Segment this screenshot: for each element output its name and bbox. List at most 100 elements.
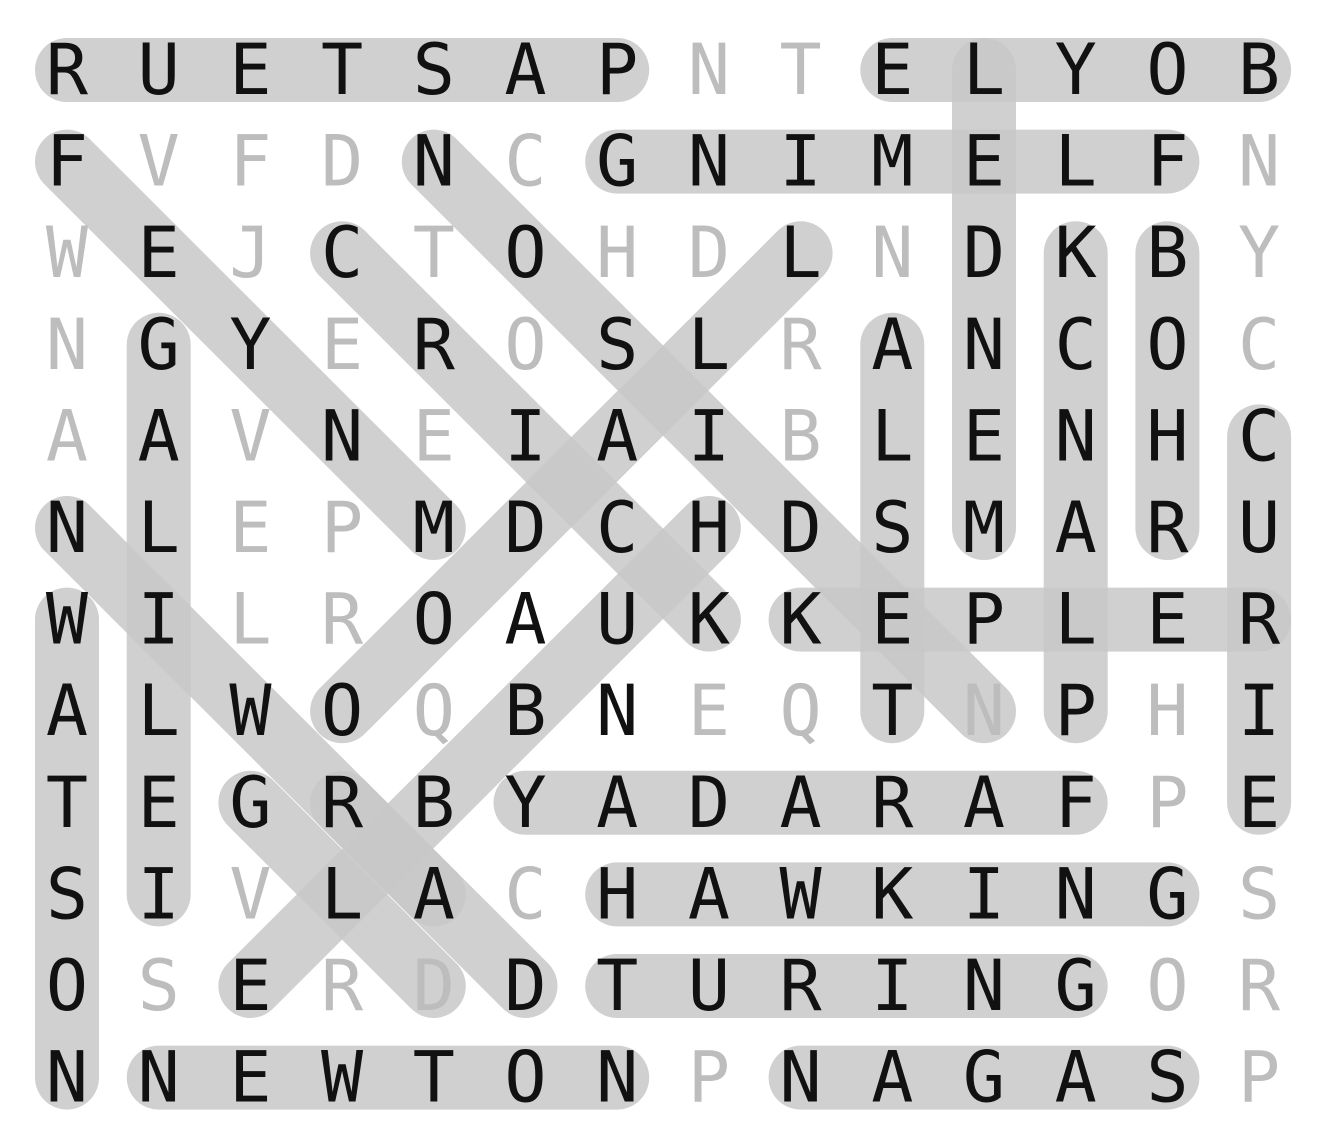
letter-cell[interactable]: U — [1238, 487, 1280, 569]
letter-cell[interactable]: A — [1055, 1037, 1097, 1119]
letter-cell[interactable]: N — [1055, 395, 1097, 477]
letter-cell[interactable]: N — [46, 1037, 88, 1119]
letter-cell[interactable]: C — [504, 853, 546, 935]
letter-cell[interactable]: L — [1055, 121, 1097, 203]
letter-cell[interactable]: R — [871, 762, 914, 844]
letter-cell[interactable]: I — [138, 579, 180, 661]
letter-cell[interactable]: A — [688, 853, 730, 935]
letter-cell[interactable]: R — [780, 304, 823, 386]
letter-cell[interactable]: F — [229, 121, 271, 203]
letter-cell[interactable]: D — [688, 212, 730, 294]
letter-cell[interactable]: D — [321, 121, 363, 203]
letter-cell[interactable]: A — [596, 762, 638, 844]
letter-cell[interactable]: L — [871, 395, 913, 477]
letter-cell[interactable]: T — [46, 762, 88, 844]
letter-cell[interactable]: O — [321, 670, 363, 752]
letter-cell[interactable]: P — [1238, 1037, 1280, 1119]
letter-cell[interactable]: O — [504, 1037, 546, 1119]
letter-cell[interactable]: R — [413, 304, 456, 386]
letter-cell[interactable]: M — [413, 487, 455, 569]
letter-cell[interactable]: T — [780, 29, 822, 111]
letter-cell[interactable]: H — [1146, 395, 1188, 477]
letter-cell[interactable]: S — [138, 945, 180, 1027]
letter-cell[interactable]: V — [138, 121, 180, 203]
letter-cell[interactable]: P — [688, 1037, 730, 1119]
letter-cell[interactable]: L — [138, 670, 180, 752]
letter-cell[interactable]: E — [963, 121, 1005, 203]
letter-cell[interactable]: E — [229, 945, 271, 1027]
letter-cell[interactable]: N — [46, 487, 88, 569]
letter-cell[interactable]: G — [229, 762, 271, 844]
letter-cell[interactable]: N — [688, 121, 730, 203]
letter-cell[interactable]: A — [504, 579, 546, 661]
letter-cell[interactable]: D — [963, 212, 1005, 294]
letter-cell[interactable]: P — [596, 29, 638, 111]
letter-cell[interactable]: S — [871, 487, 913, 569]
letter-cell[interactable]: B — [1146, 212, 1188, 294]
letter-cell[interactable]: N — [596, 670, 638, 752]
letter-cell[interactable]: K — [871, 853, 913, 935]
letter-cell[interactable]: Y — [504, 762, 546, 844]
letter-cell[interactable]: Y — [1238, 212, 1280, 294]
letter-cell[interactable]: E — [229, 1037, 271, 1119]
letter-cell[interactable]: Y — [1055, 29, 1097, 111]
letter-cell[interactable]: A — [138, 395, 180, 477]
letter-cell[interactable]: E — [688, 670, 730, 752]
letter-cell[interactable]: R — [1146, 487, 1189, 569]
letter-cell[interactable]: E — [138, 762, 180, 844]
letter-cell[interactable]: I — [688, 395, 730, 477]
letter-cell[interactable]: A — [596, 395, 638, 477]
letter-cell[interactable]: A — [413, 853, 455, 935]
letter-cell[interactable]: N — [963, 670, 1005, 752]
letter-cell[interactable]: N — [963, 945, 1005, 1027]
letter-cell[interactable]: M — [871, 121, 913, 203]
letter-cell[interactable]: N — [780, 1037, 822, 1119]
letter-cell[interactable]: E — [1146, 579, 1188, 661]
letter-cell[interactable]: F — [1146, 121, 1188, 203]
letter-cell[interactable]: I — [780, 121, 822, 203]
letter-cell[interactable]: D — [504, 945, 546, 1027]
letter-cell[interactable]: E — [963, 395, 1005, 477]
letter-cell[interactable]: A — [504, 29, 546, 111]
letter-cell[interactable]: S — [46, 853, 88, 935]
letter-cell[interactable]: E — [413, 395, 455, 477]
letter-cell[interactable]: N — [596, 1037, 638, 1119]
letter-cell[interactable]: S — [1146, 1037, 1188, 1119]
letter-cell[interactable]: E — [321, 304, 363, 386]
letter-cell[interactable]: R — [321, 762, 364, 844]
letter-cell[interactable]: R — [46, 29, 89, 111]
letter-cell[interactable]: L — [229, 579, 271, 661]
letter-cell[interactable]: E — [229, 29, 271, 111]
letter-cell[interactable]: O — [1146, 304, 1188, 386]
letter-cell[interactable]: Q — [780, 670, 822, 752]
letter-cell[interactable]: B — [413, 762, 455, 844]
letter-cell[interactable]: S — [413, 29, 455, 111]
letter-cell[interactable]: I — [871, 945, 913, 1027]
letter-cell[interactable]: D — [504, 487, 546, 569]
letter-cell[interactable]: L — [688, 304, 730, 386]
letter-cell[interactable]: A — [1055, 487, 1097, 569]
letter-cell[interactable]: P — [1146, 762, 1188, 844]
letter-cell[interactable]: L — [138, 487, 180, 569]
letter-cell[interactable]: R — [780, 945, 823, 1027]
letter-cell[interactable]: C — [504, 121, 546, 203]
letter-cell[interactable]: E — [1238, 762, 1280, 844]
letter-cell[interactable]: D — [780, 487, 822, 569]
letter-cell[interactable]: C — [596, 487, 638, 569]
letter-cell[interactable]: N — [963, 304, 1005, 386]
letter-cell[interactable]: U — [596, 579, 638, 661]
letter-cell[interactable]: T — [596, 945, 638, 1027]
letter-cell[interactable]: I — [138, 853, 180, 935]
letter-cell[interactable]: P — [321, 487, 363, 569]
letter-cell[interactable]: A — [963, 762, 1005, 844]
letter-cell[interactable]: H — [1146, 670, 1188, 752]
letter-cell[interactable]: N — [871, 212, 913, 294]
letter-cell[interactable]: N — [321, 395, 363, 477]
letter-cell[interactable]: N — [138, 1037, 180, 1119]
letter-cell[interactable]: U — [138, 29, 180, 111]
letter-cell[interactable]: W — [229, 670, 272, 752]
letter-cell[interactable]: N — [1238, 121, 1280, 203]
letter-cell[interactable]: N — [46, 304, 88, 386]
letter-cell[interactable]: A — [46, 395, 88, 477]
letter-cell[interactable]: S — [596, 304, 638, 386]
